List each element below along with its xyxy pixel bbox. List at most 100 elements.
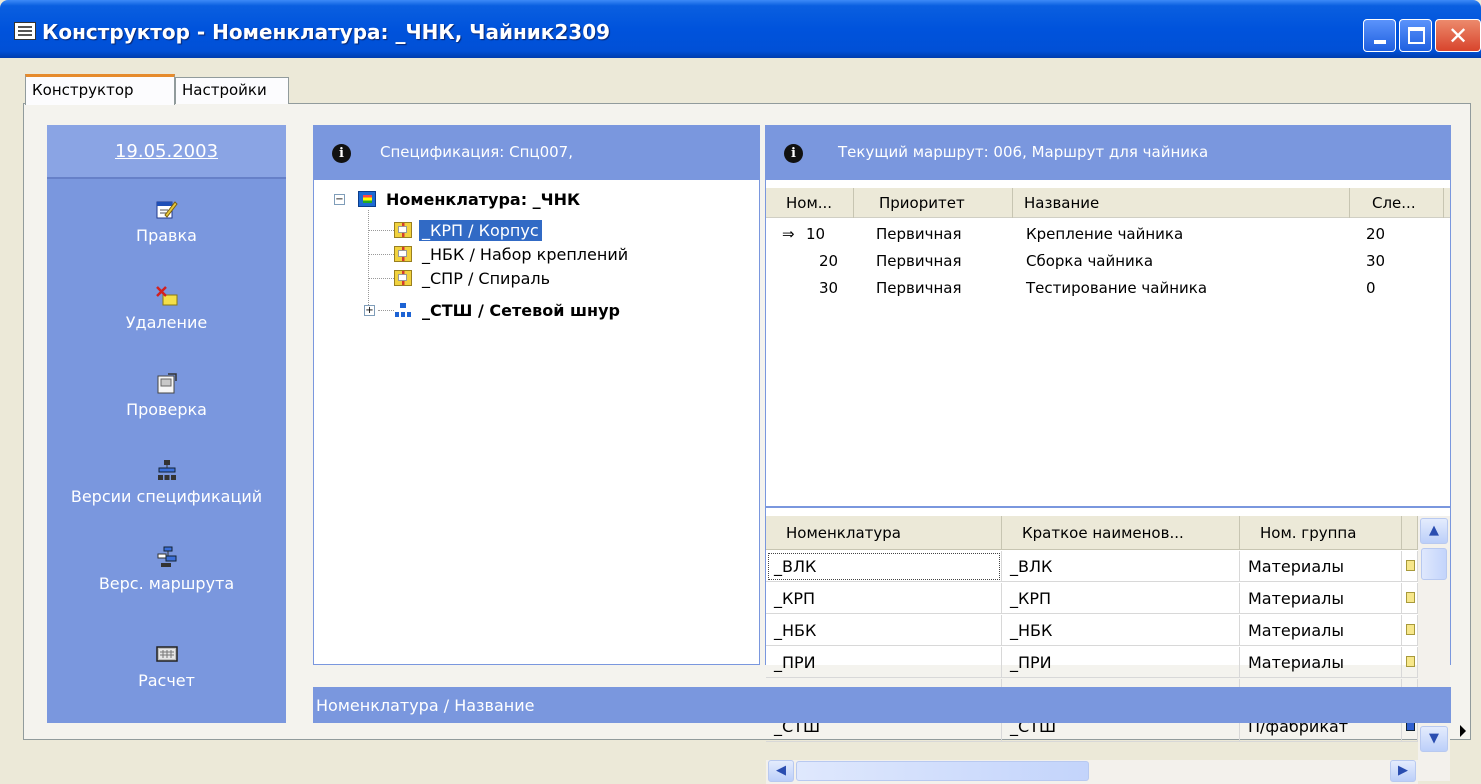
route-title: Текущий маршрут: 006, Маршрут для чайник… [838,143,1209,161]
collapse-toggle[interactable]: − [334,194,345,205]
cell-number: 20 [819,252,839,270]
product-icon [358,191,376,207]
tree-node[interactable]: _НБК / Набор креплений [394,242,631,266]
cell-extra[interactable] [1402,615,1418,646]
cell-name: Тестирование чайника [1026,279,1208,297]
cell-next: 30 [1366,252,1386,270]
table-row[interactable]: _НБК _НБК Материалы [766,615,1418,646]
tree-node-label: _СПР / Спираль [422,268,551,288]
cell-name: Крепление чайника [1026,225,1184,243]
calculator-icon [155,643,178,665]
column-header-group[interactable]: Ном. группа [1240,516,1402,550]
specification-title: Спецификация: Спц007, [380,143,573,161]
scroll-up-button[interactable]: ▲ [1420,518,1448,544]
cell-group[interactable]: Материалы [1240,551,1402,582]
column-header-short-name[interactable]: Краткое наименов... [1002,516,1240,550]
table-row[interactable]: ⇒ 10 Первичная Крепление чайника 20 [766,222,1450,249]
table-row[interactable]: _ПРИ _ПРИ Материалы [766,647,1418,678]
maximize-icon [1408,27,1425,44]
route-table: Ном... Приоритет Название Сле... ⇒ 10 Пе… [766,180,1450,508]
component-icon [394,246,412,262]
window-title: Конструктор - Номенклатура: _ЧНК, Чайник… [42,20,611,44]
tree-node[interactable]: _КРП / Корпус [394,218,543,242]
nomenclature-grid: Номенклатура Краткое наименов... Ном. гр… [766,510,1450,784]
date-link[interactable]: 19.05.2003 [115,141,218,162]
expand-toggle[interactable]: + [364,305,375,316]
scroll-thumb[interactable] [796,761,1089,781]
action-sidebar: 19.05.2003 Правка Удаление Проверка Верс [47,125,286,723]
tree-node-root[interactable]: Номенклатура: _ЧНК [358,187,583,211]
close-button[interactable]: ✕ [1435,19,1481,52]
main-window: Конструктор - Номенклатура: _ЧНК, Чайник… [0,0,1481,784]
scroll-down-button[interactable]: ▼ [1420,726,1448,752]
tree-node[interactable]: _СТШ / Сетевой шнур [394,298,623,322]
cell-extra[interactable] [1402,583,1418,614]
cell-number: 10 [806,225,826,243]
sidebar-item-edit[interactable]: Правка [47,198,286,245]
minimize-button[interactable] [1363,19,1396,52]
cell-code[interactable]: _КРП [766,583,1002,614]
column-header-next[interactable]: Сле... [1364,188,1444,218]
scroll-right-button[interactable]: ▶ [1390,760,1416,782]
window-icon [14,22,36,40]
tree-connector [368,254,394,255]
status-bar: Номенклатура / Название [313,687,1451,723]
cell-code[interactable]: _ПРИ [766,647,1002,678]
sidebar-item-spec-versions[interactable]: Версии спецификаций [47,459,286,506]
cell-group[interactable]: Материалы [1240,647,1402,678]
column-header-priority[interactable]: Приоритет [871,188,1013,218]
spec-versions-icon [156,459,178,481]
cell-short-name[interactable]: _ПРИ [1002,647,1240,678]
component-icon [394,270,412,286]
table-row[interactable]: _КРП _КРП Материалы [766,583,1418,614]
scroll-left-button[interactable]: ◀ [768,760,794,782]
cell-short-name[interactable]: _КРП [1002,583,1240,614]
specification-header: i Спецификация: Спц007, [314,126,759,180]
grid-vertical-scrollbar[interactable]: ▲ ▼ [1418,516,1450,781]
cell-extra[interactable] [1402,647,1418,678]
tab-constructor[interactable]: Конструктор [25,74,175,105]
grid-header: Номенклатура Краткое наименов... Ном. гр… [766,516,1418,550]
column-header-extra[interactable] [1402,516,1418,550]
close-icon: ✕ [1448,22,1469,50]
cell-priority: Первичная [876,252,962,270]
resize-arrow-icon[interactable] [1460,725,1466,737]
sidebar-item-check[interactable]: Проверка [47,372,286,419]
tree-node[interactable]: _СПР / Спираль [394,266,553,290]
specification-tree[interactable]: − Номенклатура: _ЧНК _КРП / Корпус _НБК … [314,180,759,664]
table-row[interactable]: 30 Первичная Тестирование чайника 0 [766,276,1450,303]
sidebar-label-calculate: Расчет [138,671,195,690]
table-row[interactable]: 20 Первичная Сборка чайника 30 [766,249,1450,276]
route-table-header: Ном... Приоритет Название Сле... [766,188,1450,218]
cell-short-name[interactable]: _НБК [1002,615,1240,646]
cell-code[interactable]: _НБК [766,615,1002,646]
current-step-arrow-icon: ⇒ [782,225,795,243]
sidebar-item-delete[interactable]: Удаление [47,285,286,332]
record-icon [1406,624,1415,635]
grid-body: _ВЛК _ВЛК Материалы _КРП _КРП Материалы … [766,551,1418,760]
cell-group[interactable]: Материалы [1240,583,1402,614]
cell-short-name[interactable]: _ВЛК [1002,551,1240,582]
info-icon: i [784,144,803,163]
cell-extra[interactable] [1402,551,1418,582]
delete-icon [155,285,178,307]
scroll-thumb[interactable] [1421,548,1447,580]
maximize-button[interactable] [1399,19,1432,52]
sidebar-label-spec-versions: Версии спецификаций [70,487,263,506]
column-header-name[interactable]: Название [1016,188,1350,218]
table-row[interactable]: _ВЛК _ВЛК Материалы [766,551,1418,582]
cell-name: Сборка чайника [1026,252,1154,270]
sidebar-item-route-versions[interactable]: Верс. маршрута [47,546,286,593]
tab-settings[interactable]: Настройки [175,77,289,104]
minimize-icon [1374,40,1386,44]
column-header-nomenclature[interactable]: Номенклатура [766,516,1002,550]
grid-horizontal-scrollbar[interactable]: ◀ ▶ [766,760,1418,784]
cell-code[interactable]: _ВЛК [766,551,1002,582]
tree-node-label: _НБК / Набор креплений [422,244,629,264]
tree-connector [368,230,394,231]
title-bar[interactable]: Конструктор - Номенклатура: _ЧНК, Чайник… [0,0,1481,58]
column-header-number[interactable]: Ном... [778,188,854,218]
cell-group[interactable]: Материалы [1240,615,1402,646]
assembly-icon [394,302,412,318]
sidebar-item-calculate[interactable]: Расчет [47,643,286,690]
